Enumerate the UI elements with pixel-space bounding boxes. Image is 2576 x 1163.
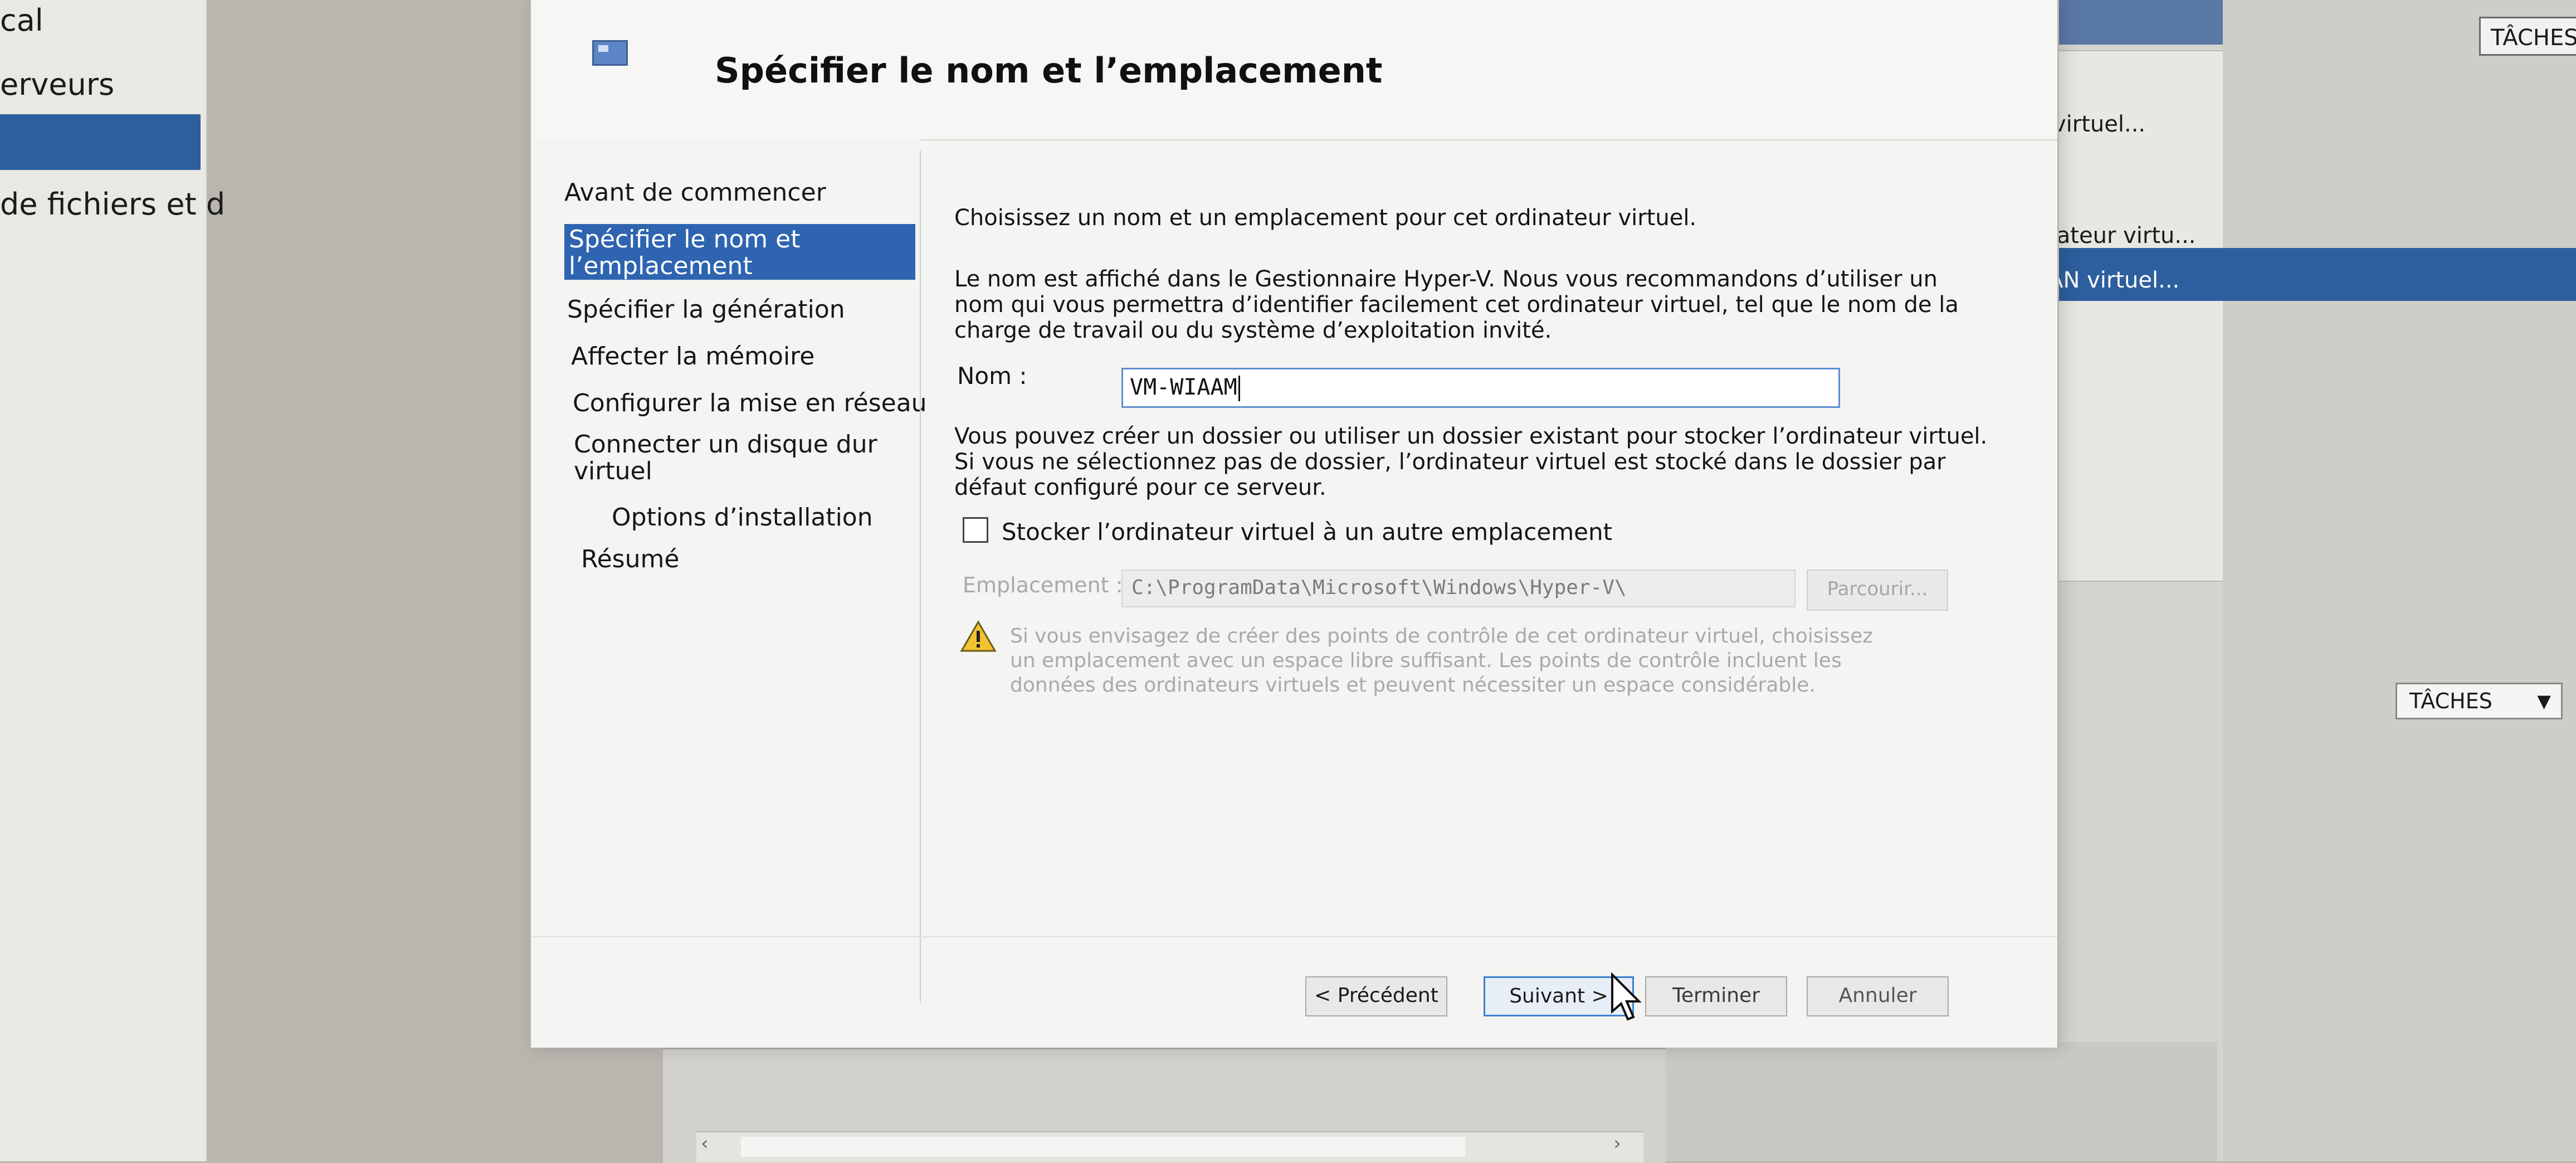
vm-name-value: VM-WIAAM — [1130, 374, 1237, 400]
taches-button-mid[interactable]: TÂCHES ▼ — [2396, 683, 2563, 719]
wizard-header: Spécifier le nom et l’emplacement — [531, 0, 2057, 140]
folder-description: Vous pouvez créer un dossier ou utiliser… — [954, 424, 1988, 500]
step-disque[interactable]: Connecter un disque dur virtuel — [574, 431, 886, 485]
vm-name-input[interactable]: VM-WIAAM — [1121, 368, 1840, 408]
vm-monitor-icon — [592, 40, 628, 66]
step-resume[interactable]: Résumé — [581, 546, 679, 573]
bg-action-virtual[interactable]: virtuel... — [2053, 111, 2145, 137]
mouse-cursor-icon — [1611, 972, 1642, 1021]
wizard-intro: Choisissez un nom et un emplacement pour… — [954, 205, 1697, 231]
name-description: Le nom est affiché dans le Gestionnaire … — [954, 266, 1959, 343]
bg-header-strip — [2039, 0, 2223, 45]
store-elsewhere-checkbox[interactable] — [963, 517, 988, 543]
finish-button[interactable]: Terminer — [1645, 976, 1787, 1016]
location-label: Emplacement : — [963, 573, 1123, 597]
wizard-step-list: Avant de commencer Spécifier le nom et l… — [531, 139, 927, 1048]
bg-action-creator[interactable]: itateur virtu... — [2042, 223, 2196, 249]
browse-button[interactable]: Parcourir... — [1807, 570, 1948, 611]
step-specifier-nom[interactable]: Spécifier le nom et l’emplacement — [564, 224, 915, 280]
warning-icon — [960, 620, 997, 652]
horizontal-scrollbar[interactable]: ‹ › — [696, 1131, 1643, 1162]
scroll-right-icon[interactable]: › — [1613, 1132, 1621, 1155]
bg-right-panel — [2223, 0, 2576, 1161]
footer-divider — [531, 936, 2057, 937]
nav-divider — [920, 150, 921, 1003]
bg-bottom-right-frame — [1660, 1042, 2217, 1161]
location-input[interactable]: C:\ProgramData\Microsoft\Windows\Hyper-V… — [1121, 570, 1796, 607]
wizard-title: Spécifier le nom et l’emplacement — [715, 50, 1383, 91]
scroll-left-icon[interactable]: ‹ — [701, 1132, 709, 1155]
bg-nav-selection — [0, 114, 201, 170]
step-options-installation[interactable]: Options d’installation — [612, 504, 873, 531]
step-generation[interactable]: Spécifier la génération — [567, 296, 845, 323]
bg-nav-item-local[interactable]: cal — [0, 3, 43, 38]
scrollbar-thumb[interactable] — [741, 1137, 1465, 1157]
cancel-button[interactable]: Annuler — [1807, 976, 1949, 1016]
checkpoint-warning: Si vous envisagez de créer des points de… — [1010, 625, 1874, 697]
text-caret — [1238, 376, 1240, 401]
step-avant-de-commencer[interactable]: Avant de commencer — [564, 179, 826, 206]
name-label: Nom : — [957, 362, 1027, 390]
store-elsewhere-label[interactable]: Stocker l’ordinateur virtuel à un autre … — [1002, 518, 1612, 546]
previous-button[interactable]: < Précédent — [1305, 976, 1447, 1016]
taches-button-top[interactable]: TÂCHES — [2479, 17, 2576, 56]
step-reseau[interactable]: Configurer la mise en réseau — [573, 390, 927, 417]
new-vm-wizard: Spécifier le nom et l’emplacement Avant … — [529, 0, 2059, 1048]
step-memoire[interactable]: Affecter la mémoire — [571, 343, 814, 370]
bg-nav-item-servers[interactable]: erveurs — [0, 67, 114, 102]
bg-nav-item-files[interactable]: de fichiers et d — [0, 187, 225, 222]
server-manager-nav: cal erveurs de fichiers et d — [0, 0, 225, 1161]
taches-label: TÂCHES — [2409, 689, 2492, 713]
chevron-down-icon: ▼ — [2537, 690, 2551, 712]
